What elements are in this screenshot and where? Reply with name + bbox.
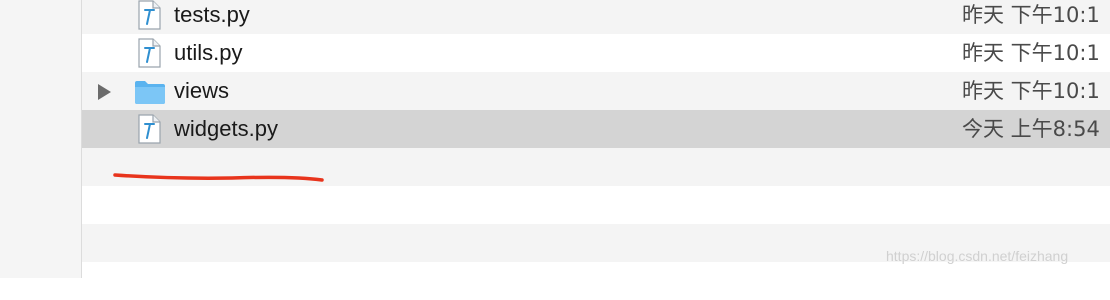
empty-row: [82, 186, 1110, 224]
python-file-icon: [138, 0, 161, 30]
python-file-icon: [138, 114, 161, 144]
file-date: 今天 上午8:54: [962, 117, 1100, 141]
folder-name: views: [174, 78, 230, 103]
disclosure-triangle-icon[interactable]: [98, 84, 111, 100]
folder-icon: [135, 81, 165, 104]
file-name: tests.py: [174, 2, 250, 27]
file-list: tests.py 昨天 下午10:1 utils.py 昨天 下午10:1 vi…: [82, 0, 1110, 300]
empty-row: [82, 262, 1110, 300]
folder-row-views[interactable]: views 昨天 下午10:1: [82, 72, 1110, 110]
python-file-icon: [138, 38, 161, 68]
file-date: 昨天 下午10:1: [962, 79, 1100, 103]
file-row-widgets[interactable]: widgets.py 今天 上午8:54: [82, 110, 1110, 148]
red-underline-annotation: [113, 173, 324, 182]
file-date: 昨天 下午10:1: [962, 41, 1100, 65]
file-name: utils.py: [174, 40, 243, 65]
file-row-utils[interactable]: utils.py 昨天 下午10:1: [82, 34, 1110, 72]
watermark: https://blog.csdn.net/feizhang: [886, 248, 1069, 264]
file-date: 昨天 下午10:1: [962, 3, 1100, 27]
finder-sidebar: [0, 0, 82, 278]
file-row-tests[interactable]: tests.py 昨天 下午10:1: [82, 0, 1110, 34]
file-name: widgets.py: [174, 116, 278, 141]
